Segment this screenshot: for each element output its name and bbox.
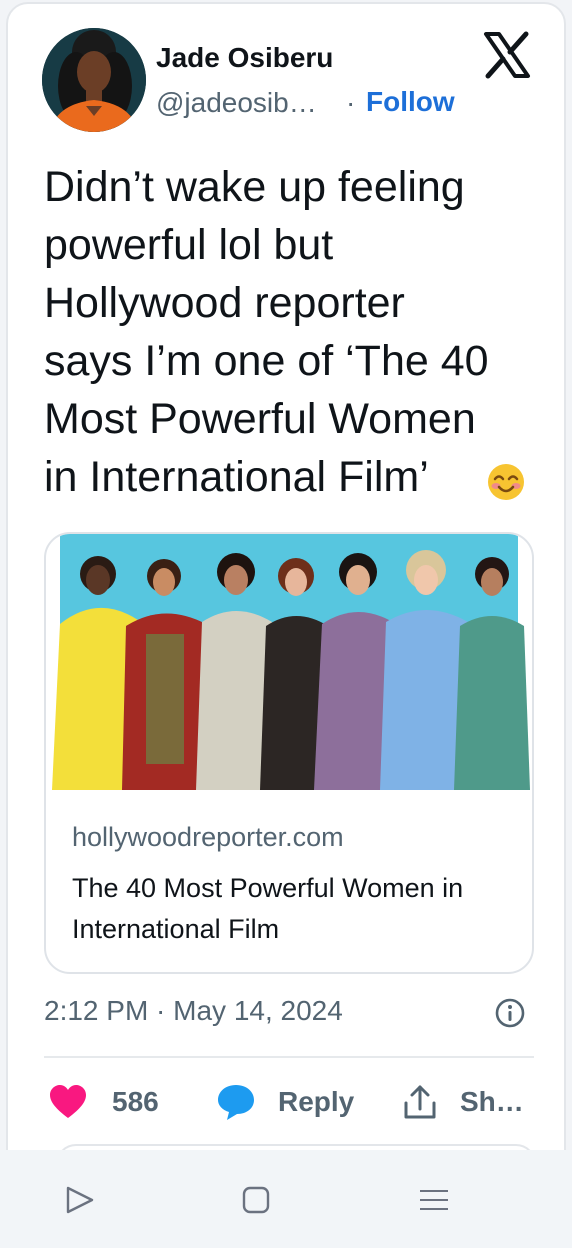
screen: Jade Osiberu @jadeosib… · Follow Didn’t … <box>0 0 572 1248</box>
system-navigation-bar <box>0 1150 572 1248</box>
share-button[interactable]: Sh… <box>400 1080 524 1124</box>
author-name[interactable]: Jade Osiberu <box>156 42 333 74</box>
share-icon <box>404 1085 436 1119</box>
follow-button[interactable]: Follow <box>366 86 455 118</box>
link-domain: hollywoodreporter.com <box>72 822 344 852</box>
like-button[interactable]: 586 <box>48 1080 159 1124</box>
square-home-icon[interactable] <box>240 1184 272 1216</box>
avatar[interactable] <box>42 28 146 132</box>
reply-label: Reply <box>278 1086 355 1117</box>
share-label: Sh… <box>460 1086 524 1117</box>
article-image <box>46 534 532 790</box>
reply-button[interactable]: Reply <box>216 1080 354 1124</box>
lines-recents-icon[interactable] <box>418 1184 450 1216</box>
smiling-face-with-smiling-eyes-icon <box>486 462 526 502</box>
author-handle[interactable]: @jadeosib… <box>156 87 317 119</box>
info-icon[interactable] <box>494 997 526 1029</box>
triangle-back-icon[interactable] <box>64 1184 96 1216</box>
heart-icon <box>50 1085 86 1118</box>
timestamp[interactable]: 2:12 PM · May 14, 2024 <box>44 995 343 1027</box>
link-title: The 40 Most Powerful Women in Internatio… <box>72 873 464 944</box>
speech-bubble-icon <box>218 1085 254 1120</box>
link-preview-card[interactable]: hollywoodreporter.com The 40 Most Powerf… <box>44 532 534 974</box>
tweet-embed-card: Jade Osiberu @jadeosib… · Follow Didn’t … <box>6 2 566 1242</box>
tweet-text: Didn’t wake up feeling powerful lol but … <box>44 163 489 501</box>
like-count: 586 <box>112 1086 159 1117</box>
x-logo-icon[interactable] <box>482 30 532 80</box>
divider <box>44 1056 534 1058</box>
separator-dot: · <box>346 87 356 118</box>
